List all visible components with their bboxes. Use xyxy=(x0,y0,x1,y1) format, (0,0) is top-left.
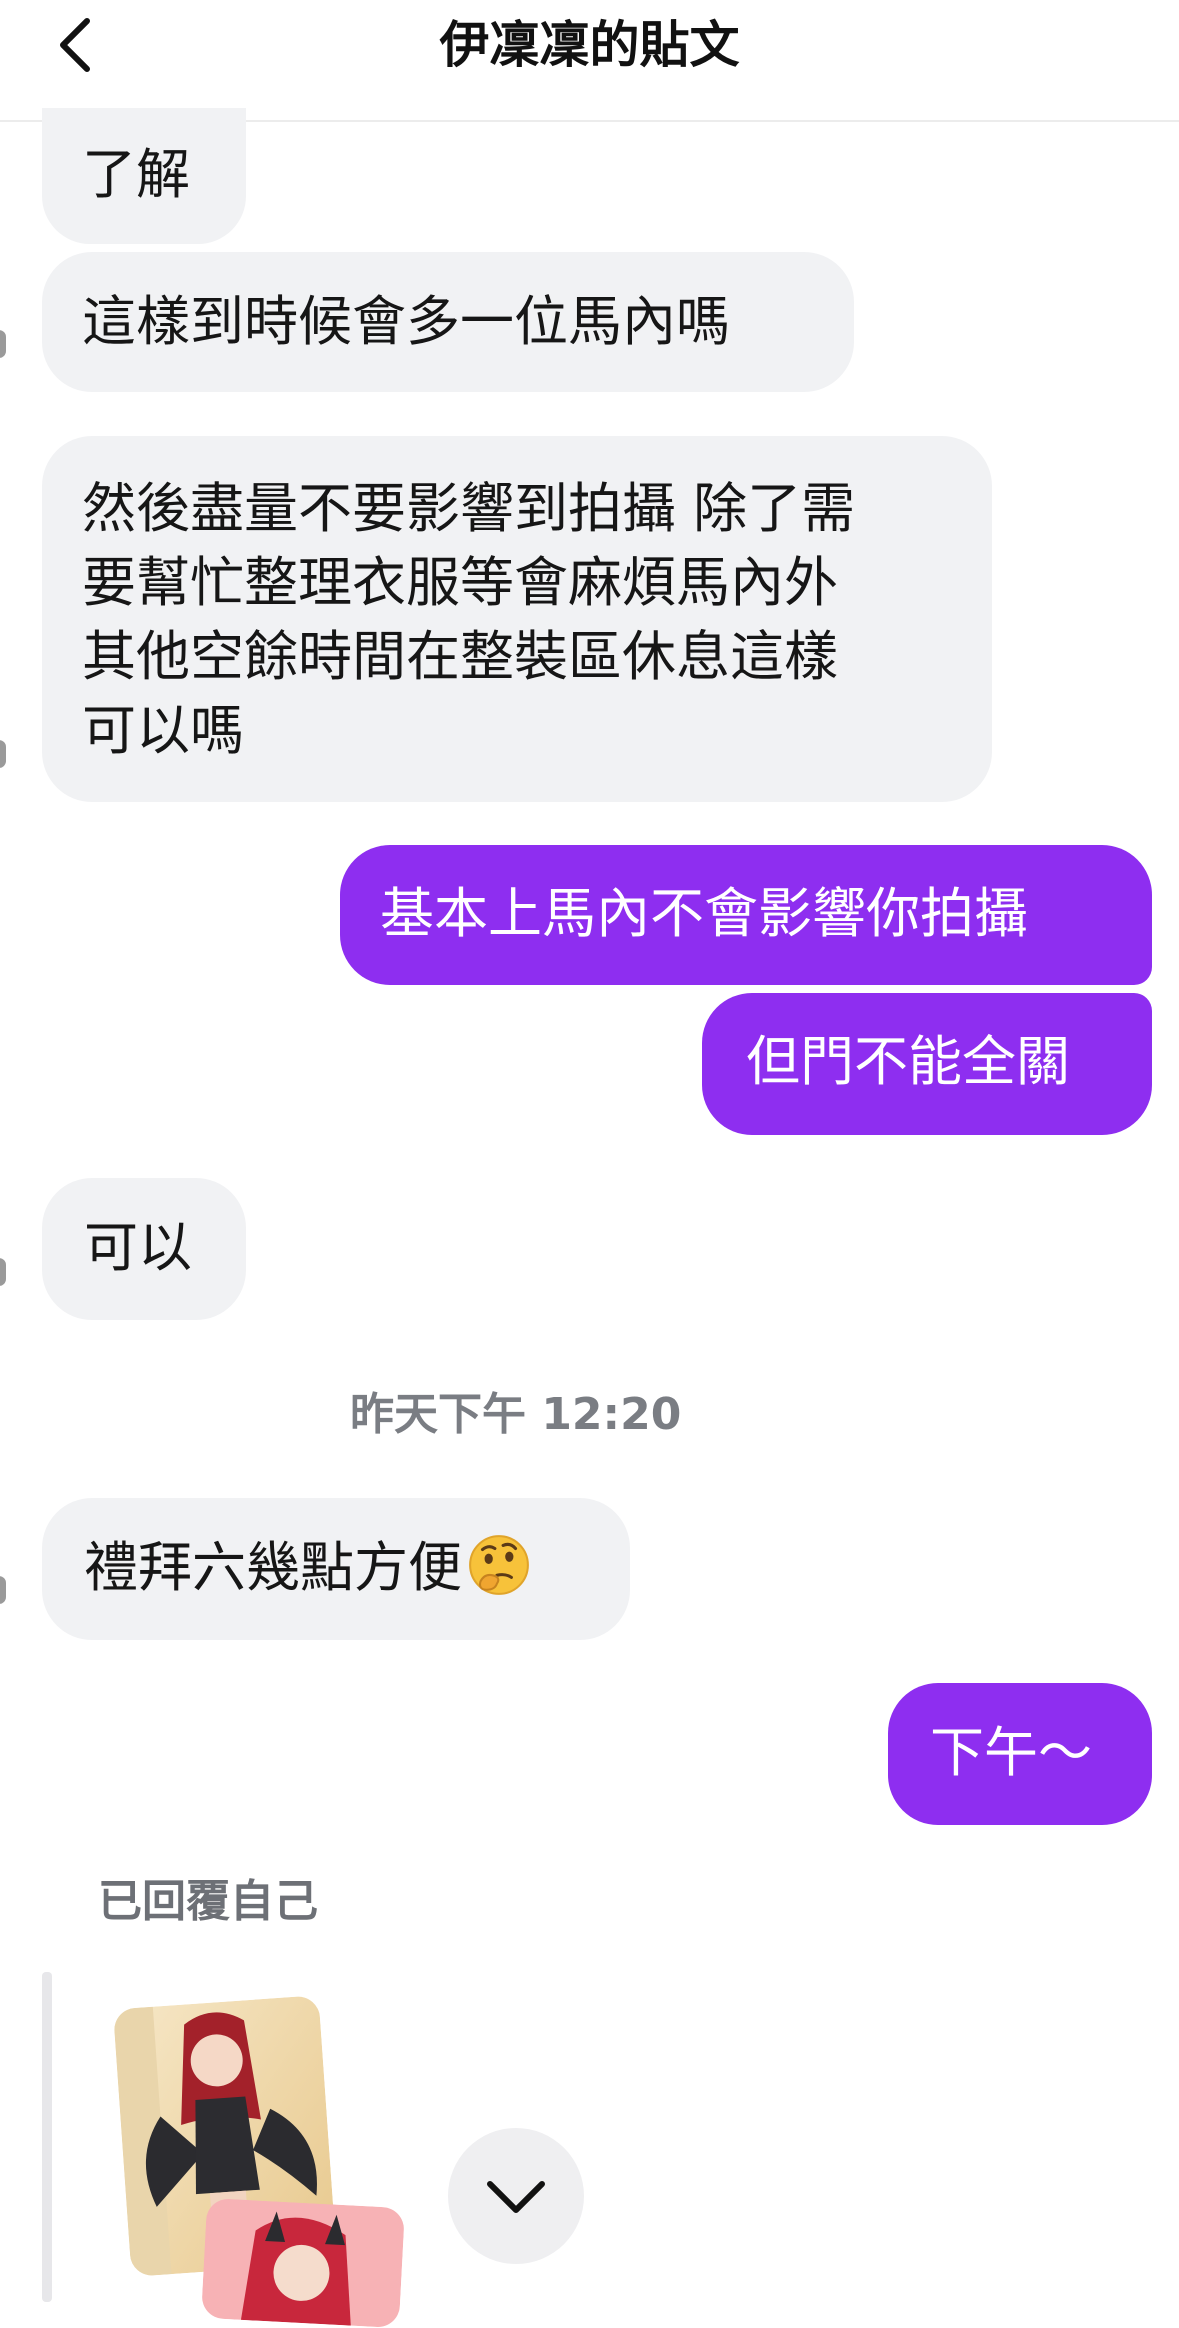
avatar-edge xyxy=(0,1576,6,1604)
reply-indicator-line xyxy=(42,1972,52,2302)
message-bubble-outgoing[interactable]: 基本上馬內不會影響你拍攝 xyxy=(340,845,1152,985)
avatar-edge xyxy=(0,740,6,768)
message-text: 禮拜六幾點方便 xyxy=(84,1536,462,1599)
chevron-down-icon xyxy=(487,2181,545,2213)
page-title: 伊凜凜的貼文 xyxy=(439,16,740,74)
message-line: 可以嗎 xyxy=(82,699,244,762)
message-text: 但門不能全關 xyxy=(746,1030,1070,1093)
avatar-edge xyxy=(0,1258,6,1286)
message-text: 可以 xyxy=(84,1216,192,1279)
message-text: 下午～ xyxy=(930,1721,1092,1784)
message-bubble-incoming[interactable]: 這樣到時候會多一位馬內嗎 xyxy=(42,252,854,392)
message-bubble-outgoing[interactable]: 但門不能全關 xyxy=(702,993,1152,1135)
scroll-to-bottom-button[interactable] xyxy=(448,2128,584,2264)
thinking-face-emoji xyxy=(469,1535,529,1595)
message-text: 這樣到時候會多一位馬內嗎 xyxy=(82,290,730,353)
message-bubble-incoming[interactable]: 禮拜六幾點方便 xyxy=(42,1498,630,1640)
message-text: 了解 xyxy=(82,143,190,206)
message-text: 基本上馬內不會影響你拍攝 xyxy=(380,882,1028,945)
avatar-edge xyxy=(0,330,6,358)
message-bubble-incoming[interactable]: 可以 xyxy=(42,1178,246,1320)
post-image xyxy=(200,2197,406,2328)
message-line: 要幫忙整理衣服等會麻煩馬內外 xyxy=(82,551,838,614)
message-line: 其他空餘時間在整裝區休息這樣 xyxy=(82,625,838,688)
reply-label: 已回覆自己 xyxy=(98,1876,318,1927)
message-line: 然後盡量不要影響到拍攝 除了需 xyxy=(82,477,856,540)
message-bubble-incoming[interactable]: 然後盡量不要影響到拍攝 除了需 要幫忙整理衣服等會麻煩馬內外 其他空餘時間在整裝… xyxy=(42,436,992,802)
message-bubble-incoming[interactable]: 了解 xyxy=(42,108,246,244)
shared-post-thumbnail[interactable] xyxy=(200,2197,406,2328)
header-bar: 伊凜凜的貼文 xyxy=(0,0,1179,122)
timestamp: 昨天下午 12:20 xyxy=(350,1389,682,1440)
message-bubble-outgoing[interactable]: 下午～ xyxy=(888,1683,1152,1825)
